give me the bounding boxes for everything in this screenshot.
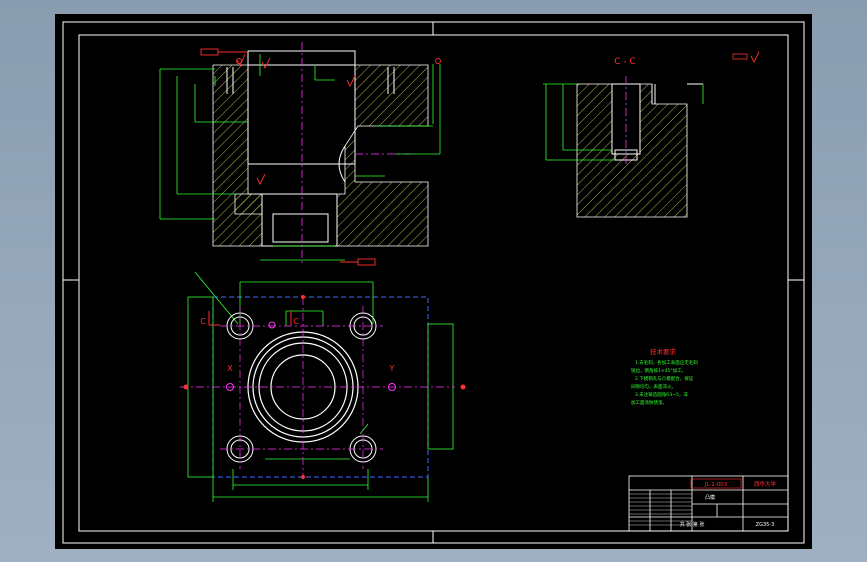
section-hatching [212,64,429,247]
cad-viewport[interactable]: C - C X Y C C 技术要求 1.去毛刺，各加工表面应无毛刺 锐边，倒角… [55,14,812,549]
view-x-label: X [227,364,233,373]
cut-label-left: C [200,317,206,326]
tech-line-1: 1.去毛刺，各加工表面应无毛刺 [635,359,698,366]
title-block-school: 西华大学 [754,480,777,488]
technical-requirements: 技术要求 1.去毛刺，各加工表面应无毛刺 锐边，倒角按1×45°加工。 2.下模… [631,347,698,406]
plan-centerlines [180,297,455,477]
front-section-view [159,42,441,266]
title-block-drawing-no: JL-1-003 [704,482,728,488]
tech-title: 技术要求 [650,347,677,356]
title-block: JL-1-003 西华大学 凸模 共 张 第 张 ZG35-3 [628,475,789,532]
cad-drawing: C - C X Y C C 技术要求 1.去毛刺，各加工表面应无毛刺 锐边，倒角… [62,21,805,544]
view-y-label: Y [389,364,395,373]
mounting-holes [226,312,377,463]
section-label: C - C [614,57,636,67]
tech-line-2: 锐边，倒角按1×45°加工。 [631,367,686,374]
roughness-note [732,51,760,64]
title-block-code: ZG35-3 [756,522,775,528]
plan-view: X Y C C [180,271,466,502]
tech-line-6: 加工面涂防锈漆。 [631,399,667,406]
tech-line-5: 3.未注铸造圆角R3~5，非 [635,391,688,398]
cut-label-right: C [293,317,299,326]
section-c-c-view: C - C [543,51,760,218]
tech-line-4: 间隙均匀。表面淬火。 [631,383,676,390]
tech-line-3: 2.下模销孔与凸模配合，保证 [635,375,694,382]
title-block-part-name: 凸模 [705,494,715,501]
sheet-frame [62,21,805,544]
title-block-sheet: 共 张 第 张 [680,521,705,528]
